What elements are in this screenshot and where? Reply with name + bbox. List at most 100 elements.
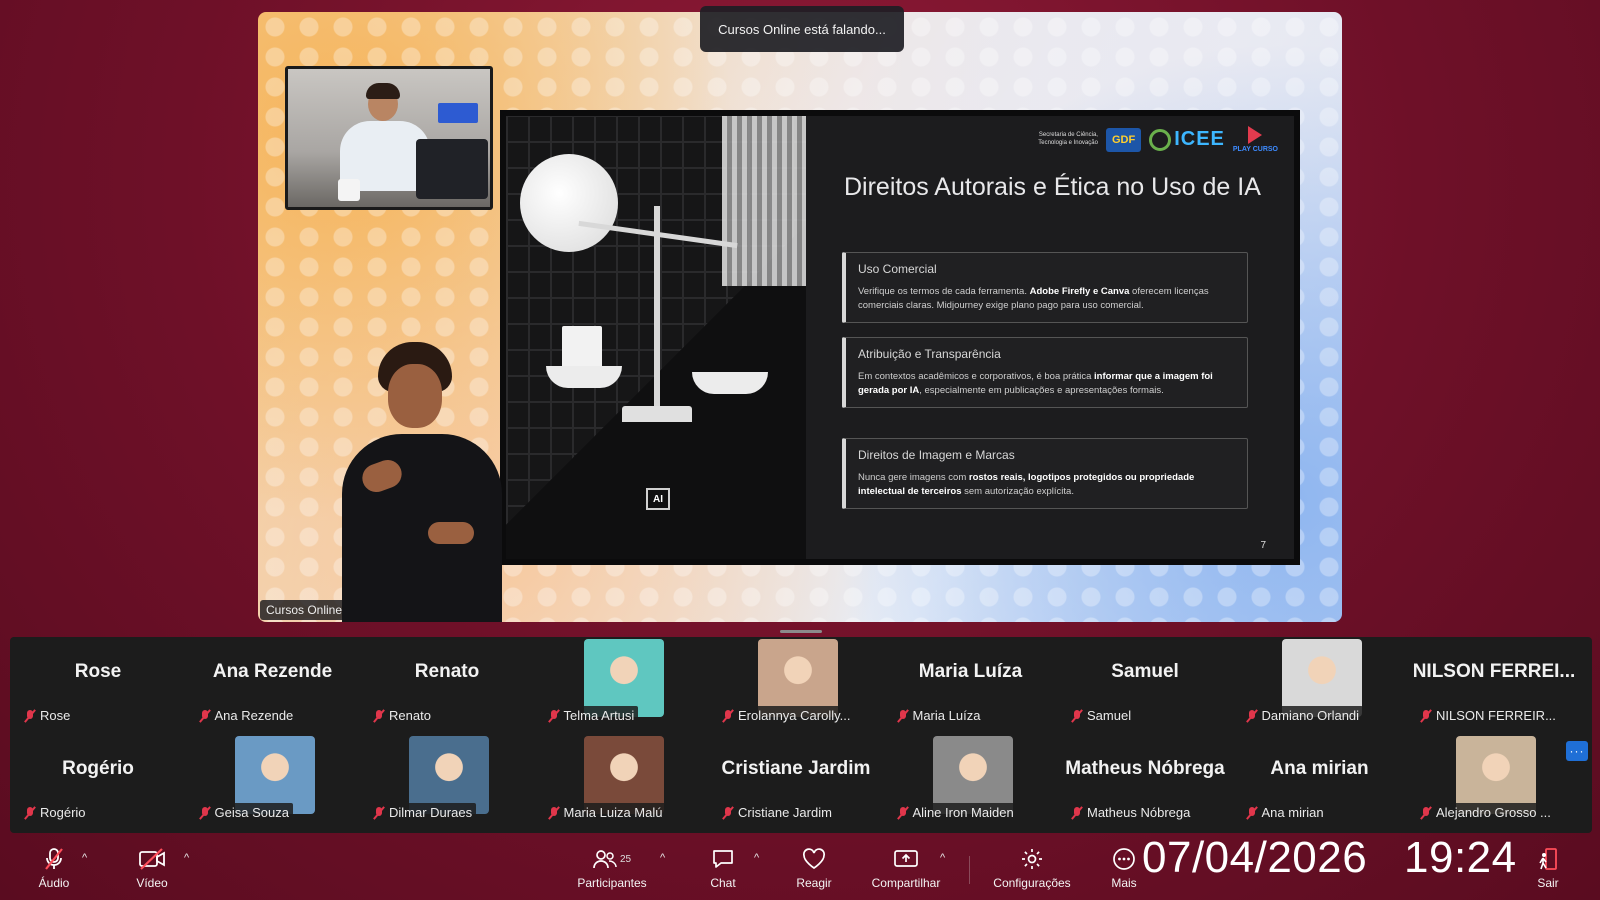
interpreter-hand — [428, 522, 474, 544]
card-body-bold: Adobe Firefly e Canva — [1029, 286, 1130, 297]
participants-button[interactable]: 25 Participantes — [570, 846, 654, 898]
play-curso-text: PLAY CURSO — [1232, 146, 1278, 153]
backdrop-poster — [438, 103, 478, 123]
mic-muted-icon — [1419, 806, 1433, 820]
participant-tile[interactable]: Ana mirian Ana mirian — [1234, 734, 1405, 826]
speaking-indicator: Cursos Online está falando... — [700, 6, 904, 52]
participant-name: Telma Artusi — [563, 708, 635, 723]
moon-circle — [520, 154, 618, 252]
share-screen-icon — [893, 846, 919, 872]
mic-muted-icon — [23, 709, 37, 723]
participant-gallery: ‹ RoseRoseAna RezendeAna RezendeRenatoRe… — [10, 637, 1592, 833]
participant-name: Alejandro Grosso ... — [1436, 805, 1551, 820]
mic-muted-icon — [1245, 806, 1259, 820]
participant-name-tag: Maria Luíza — [893, 706, 985, 725]
more-dots-icon — [1112, 846, 1136, 872]
stage-name-label: Cursos Online — [260, 600, 349, 620]
participant-name: Dilmar Duraes — [389, 805, 473, 820]
card-body: Em contextos acadêmicos e corporativos, … — [858, 370, 1235, 398]
icee-ring-icon — [1149, 128, 1172, 151]
share-label: Compartilhar — [871, 876, 941, 890]
chat-options-chevron-icon[interactable]: ^ — [754, 852, 759, 864]
chat-button[interactable]: Chat — [702, 846, 744, 898]
participants-icon: 25 — [593, 846, 631, 872]
card-body-text: Em contextos acadêmicos e corporativos, … — [858, 371, 1095, 382]
participant-name-tag: Samuel — [1068, 706, 1136, 725]
audio-label: Áudio — [38, 876, 70, 890]
participants-count: 25 — [619, 853, 632, 865]
participant-name: Rogério — [40, 805, 86, 820]
participant-tile[interactable]: NILSON FERREI... NILSON FERREIR... — [1409, 637, 1579, 729]
mic-muted-icon — [198, 806, 212, 820]
toolbar-divider — [969, 856, 970, 884]
participant-name: Matheus Nóbrega — [1087, 805, 1191, 820]
heart-icon — [802, 846, 826, 872]
participant-tile[interactable]: Ana Rezende Ana Rezende — [187, 637, 358, 729]
share-button[interactable]: Compartilhar — [864, 846, 948, 898]
secretaria-logo: Secretaria de Ciência, Tecnologia e Inov… — [1038, 132, 1098, 146]
video-label: Vídeo — [136, 876, 168, 890]
participant-tile[interactable]: Erolannya Carolly... — [711, 637, 881, 729]
mic-muted-icon — [547, 709, 561, 723]
more-button[interactable]: Mais — [1104, 846, 1144, 898]
exit-icon — [1537, 846, 1559, 872]
participant-tile[interactable]: Geisa Souza — [187, 734, 358, 826]
chat-label: Chat — [710, 876, 736, 890]
participant-tile[interactable]: Telma Artusi — [536, 637, 707, 729]
card-body-text: Verifique os termos de cada ferramenta. — [858, 286, 1030, 297]
participant-tile[interactable]: Dilmar Duraes — [362, 734, 532, 826]
stripes-decor — [722, 116, 806, 286]
participant-name-tag: Alejandro Grosso ... — [1417, 803, 1555, 822]
icee-logo-text: ICEE — [1174, 128, 1225, 150]
shared-screen: AI Secretaria de Ciência, Tecnologia e I… — [258, 12, 1342, 622]
participant-display-name: Ana Rezende — [212, 661, 333, 682]
mic-muted-icon — [721, 709, 735, 723]
participant-tile[interactable]: Aline Iron Maiden — [885, 734, 1056, 826]
settings-button[interactable]: Configurações — [988, 846, 1076, 898]
participant-name: NILSON FERREIR... — [1436, 708, 1556, 723]
interpreter-face — [388, 364, 442, 428]
participant-tile[interactable]: Matheus Nóbrega Matheus Nóbrega — [1060, 734, 1230, 826]
participant-tile[interactable]: Maria Luíza Maria Luíza — [885, 637, 1056, 729]
participant-tile[interactable]: Cristiane Jardim Cristiane Jardim — [711, 734, 881, 826]
leave-button[interactable]: Sair — [1530, 846, 1566, 898]
audio-button[interactable]: Áudio — [34, 846, 74, 898]
participant-tile[interactable]: Rogério Rogério — [13, 734, 183, 826]
audio-options-chevron-icon[interactable]: ^ — [82, 852, 87, 864]
card-body: Nunca gere imagens com rostos reais, log… — [858, 471, 1235, 499]
mic-muted-icon — [372, 806, 386, 820]
video-button[interactable]: Vídeo — [131, 846, 173, 898]
participant-name: Ana Rezende — [214, 708, 294, 723]
participant-name-tag: Renato — [370, 706, 435, 725]
participant-name-tag: Erolannya Carolly... — [719, 706, 855, 725]
share-options-chevron-icon[interactable]: ^ — [940, 852, 945, 864]
participant-name: Erolannya Carolly... — [738, 708, 851, 723]
participant-display-name: Renato — [414, 661, 480, 682]
settings-label: Configurações — [993, 876, 1071, 890]
participant-tile[interactable]: Samuel Samuel — [1060, 637, 1230, 729]
participant-name: Maria Luiza Malú — [563, 805, 663, 820]
participant-name-tag: Dilmar Duraes — [370, 803, 477, 822]
slide-card-attribution: Atribuição e Transparência Em contextos … — [842, 337, 1248, 408]
participant-name: Ana mirian — [1261, 805, 1324, 820]
mic-muted-icon — [896, 806, 910, 820]
participant-tile[interactable]: Damiano Orlandi — [1234, 637, 1405, 729]
react-button[interactable]: Reagir — [789, 846, 839, 898]
play-icon — [1248, 126, 1263, 144]
participant-name-tag: Telma Artusi — [544, 706, 639, 725]
card-heading: Uso Comercial — [858, 262, 937, 276]
participants-options-chevron-icon[interactable]: ^ — [660, 852, 665, 864]
video-options-chevron-icon[interactable]: ^ — [184, 852, 189, 864]
ai-chip-icon: AI — [646, 488, 670, 510]
participant-tile[interactable]: Renato Renato — [362, 637, 532, 729]
gallery-more-icon[interactable]: ··· — [1566, 741, 1588, 761]
participant-tile[interactable]: Alejandro Grosso ... — [1409, 734, 1579, 826]
participant-tile[interactable]: Rose Rose — [13, 637, 183, 729]
participant-tile[interactable]: Maria Luiza Malú — [536, 734, 707, 826]
participant-display-name: Samuel — [1111, 661, 1179, 682]
participant-name: Aline Iron Maiden — [912, 805, 1014, 820]
participant-name: Cristiane Jardim — [738, 805, 832, 820]
participant-display-name: Maria Luíza — [918, 661, 1023, 682]
gallery-resize-handle[interactable] — [780, 630, 822, 633]
scale-pan-right — [692, 372, 768, 394]
